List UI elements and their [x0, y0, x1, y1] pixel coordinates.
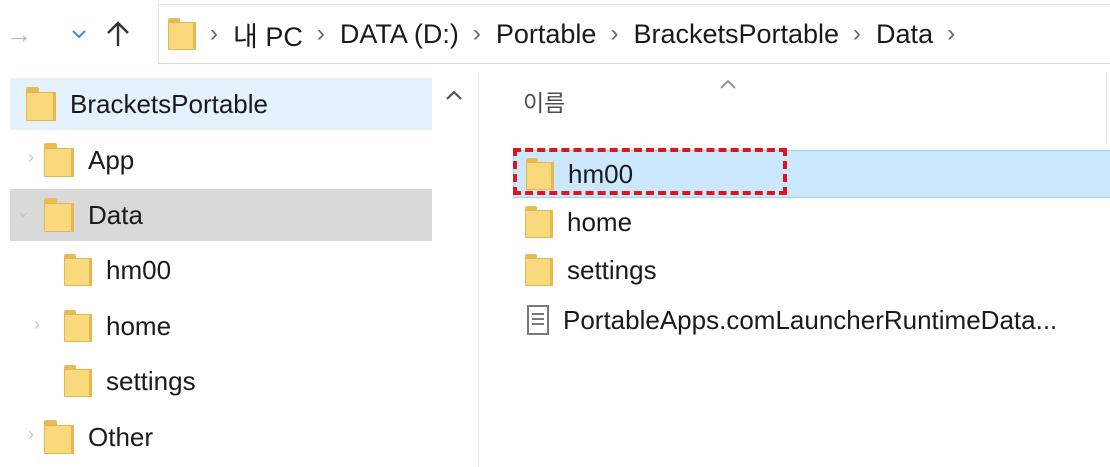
breadcrumb-item-data-drive[interactable]: DATA (D:) [340, 19, 459, 50]
up-button[interactable] [104, 14, 132, 54]
file-item-label: settings [567, 254, 657, 285]
nav-item-app[interactable]: App [34, 134, 432, 186]
nav-item-other[interactable]: Other [34, 411, 432, 463]
breadcrumb-item-portable[interactable]: Portable [496, 19, 597, 50]
file-item-settings[interactable]: settings [513, 246, 1110, 294]
column-divider[interactable] [1106, 72, 1107, 142]
folder-icon [44, 420, 74, 455]
breadcrumb-item-data[interactable]: Data [876, 19, 933, 50]
nav-item-label: Data [88, 199, 143, 230]
folder-icon [64, 310, 92, 342]
folder-icon [168, 18, 196, 50]
address-bar: → › 내 PC › DATA (D:) › Portable › Bracke… [0, 0, 1110, 72]
folder-icon [44, 143, 74, 178]
up-arrow-icon [107, 21, 129, 46]
nav-item-label: settings [106, 365, 196, 396]
file-item-label: PortableApps.comLauncherRuntimeData... [563, 304, 1058, 335]
breadcrumb-item-bracketsportable[interactable]: BracketsPortable [633, 19, 839, 50]
chevron-right-icon[interactable]: › [317, 20, 325, 48]
chevron-right-icon[interactable]: › [473, 20, 481, 48]
folder-icon [44, 198, 74, 233]
folder-icon [525, 254, 553, 286]
nav-item-home[interactable]: home [60, 300, 432, 352]
breadcrumb-item-this-pc[interactable]: 내 PC [233, 15, 303, 54]
chevron-right-icon: › [210, 20, 218, 47]
sort-ascending-icon [720, 79, 736, 89]
chevron-down-icon[interactable]: ⌄ [16, 201, 31, 222]
folder-icon [526, 158, 554, 190]
file-item-label: hm00 [568, 158, 634, 189]
document-icon [527, 305, 549, 335]
back-button[interactable]: → [4, 14, 34, 54]
folder-icon [26, 87, 56, 122]
chevron-right-icon[interactable]: › [610, 20, 618, 48]
file-list: 이름 hm00 home settings PortableApps.comLa… [479, 72, 1110, 467]
column-header-name[interactable]: 이름 [523, 84, 565, 118]
nav-item-settings[interactable]: settings [60, 355, 432, 407]
file-item-label: home [567, 206, 633, 237]
chevron-right-icon[interactable]: › [853, 20, 861, 48]
scroll-up-icon[interactable] [442, 84, 466, 108]
file-item-launcher-runtime-data[interactable]: PortableApps.comLauncherRuntimeData... [513, 296, 1110, 344]
nav-item-label: App [88, 144, 135, 175]
nav-item-label: BracketsPortable [70, 88, 268, 119]
breadcrumb: › 내 PC › DATA (D:) › Portable › Brackets… [168, 12, 970, 56]
recent-locations-button[interactable] [68, 14, 90, 54]
chevron-right-icon[interactable]: › [34, 314, 40, 335]
nav-item-label: hm00 [106, 254, 172, 285]
file-item-hm00[interactable]: hm00 [513, 150, 1110, 198]
chevron-down-icon [72, 29, 86, 38]
nav-item-hm00[interactable]: hm00 [60, 244, 432, 296]
folder-icon [64, 254, 92, 286]
nav-item-bracketsportable[interactable]: BracketsPortable [10, 78, 432, 130]
forward-arrow-icon: → [6, 18, 32, 49]
folder-icon [64, 365, 92, 397]
folder-icon [525, 206, 553, 238]
nav-item-label: Other [88, 421, 154, 452]
chevron-right-icon[interactable]: › [947, 20, 955, 48]
nav-item-data[interactable]: ⌄ Data [10, 189, 432, 241]
navigation-pane: BracketsPortable › App ⌄ Data hm00 › hom… [0, 72, 478, 467]
nav-item-label: home [106, 310, 172, 341]
file-item-home[interactable]: home [513, 198, 1110, 246]
